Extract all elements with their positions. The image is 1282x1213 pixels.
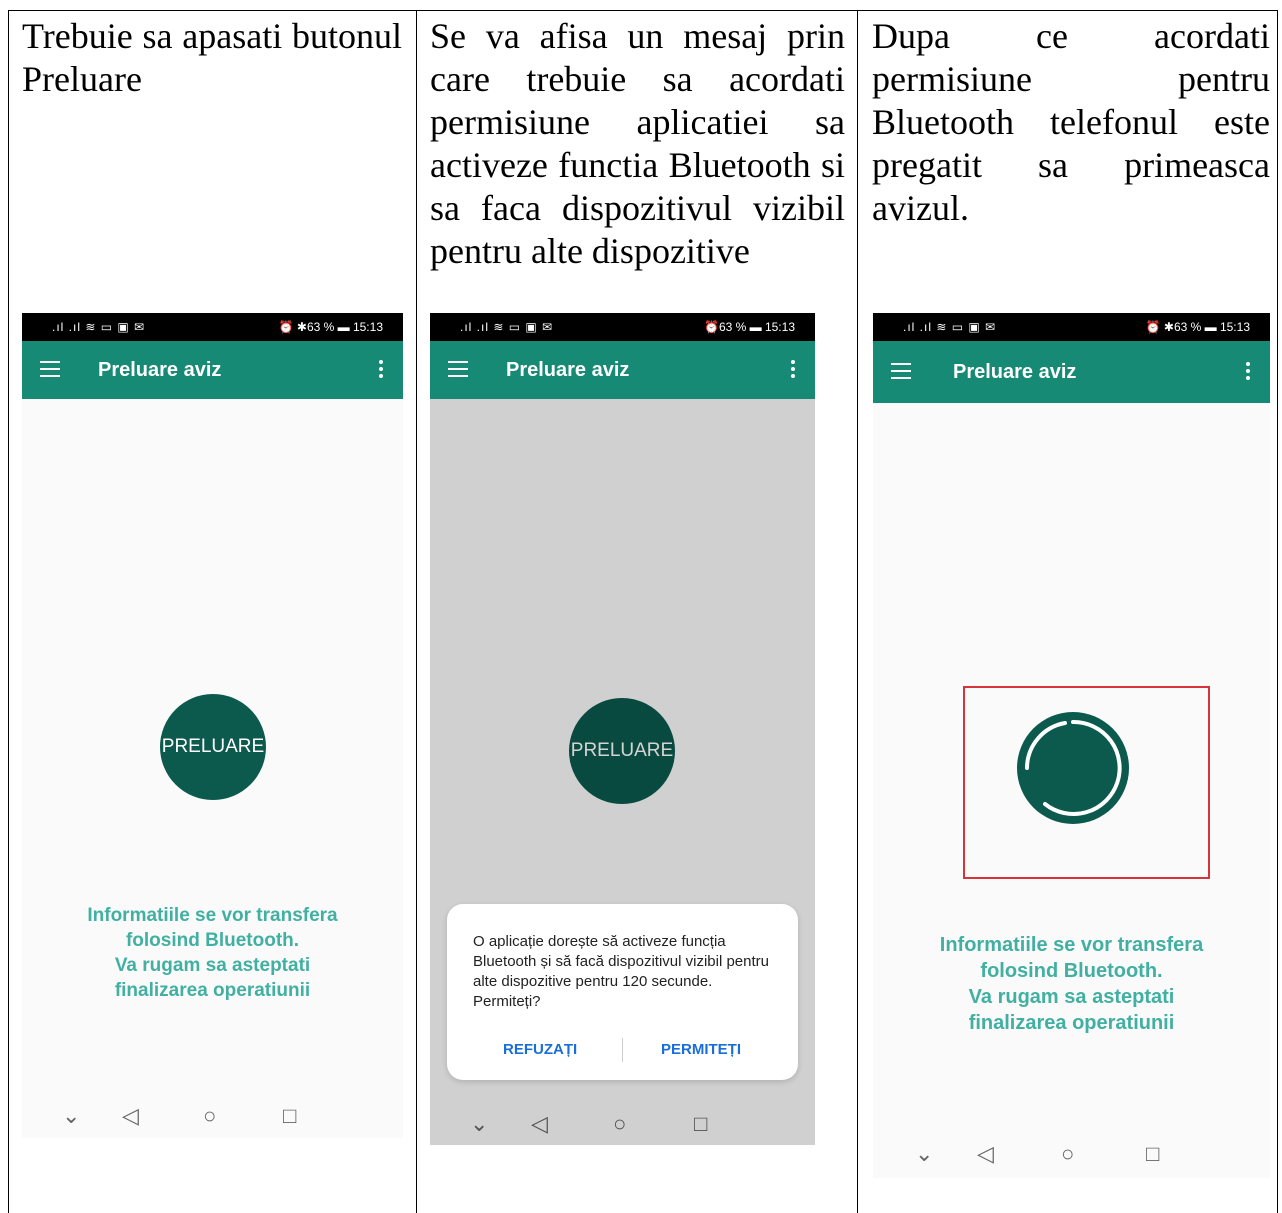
status-bar: .ıl .ıl ≋ ▭ ▣ ✉ ⏰ ✱63 % ▬ 15:13 (22, 313, 403, 341)
hamburger-menu-icon[interactable] (40, 361, 60, 377)
app-bar: Preluare aviz (873, 341, 1270, 403)
dialog-message: O aplicație dorește să activeze funcția … (473, 933, 769, 1010)
hamburger-menu-icon[interactable] (448, 361, 468, 377)
status-icons-left: .ıl .ıl ≋ ▭ ▣ ✉ (52, 320, 146, 334)
info-line: Va rugam sa asteptati (114, 955, 311, 976)
more-options-icon[interactable] (379, 360, 383, 378)
allow-button[interactable]: PERMITEȚI (661, 1041, 741, 1058)
app-bar-title: Preluare aviz (953, 361, 1077, 383)
app-bar-title: Preluare aviz (98, 359, 222, 381)
status-icons-right: ⏰ ✱63 % ▬ 15:13 (1145, 320, 1250, 334)
chevron-down-icon[interactable]: ⌄ (62, 1103, 80, 1129)
status-icons-left: .ıl .ıl ≋ ▭ ▣ ✉ (903, 320, 997, 334)
home-icon[interactable]: ○ (203, 1103, 216, 1129)
recents-icon[interactable]: □ (1146, 1141, 1159, 1167)
status-icons-left: .ıl .ıl ≋ ▭ ▣ ✉ (460, 320, 554, 334)
back-icon[interactable]: ◁ (977, 1141, 994, 1167)
instruction-text-col2: Se va afisa un mesaj prin care trebuie s… (430, 16, 845, 271)
dialog-button-divider (622, 1038, 623, 1062)
info-line: Informatiile se vor transfera (87, 905, 338, 926)
hamburger-menu-icon[interactable] (891, 363, 911, 379)
system-nav-bar: ⌄ ◁ ○ □ (873, 1133, 1270, 1177)
info-text: Informatiile se vor transfera folosind B… (873, 932, 1270, 1036)
instruction-text-col1: Trebuie sa apasati butonul Preluare (22, 16, 402, 99)
more-options-icon[interactable] (791, 360, 795, 378)
preluare-button[interactable]: PRELUARE (160, 694, 266, 800)
table-border-top (8, 10, 1278, 11)
status-bar: .ıl .ıl ≋ ▭ ▣ ✉ ⏰ ✱63 % ▬ 15:13 (873, 313, 1270, 341)
back-icon[interactable]: ◁ (122, 1103, 139, 1129)
status-icons-right: ⏰ ✱63 % ▬ 15:13 (278, 320, 383, 334)
info-line: Va rugam sa asteptati (968, 986, 1175, 1008)
info-line: folosind Bluetooth. (125, 930, 300, 951)
info-text: Informatiile se vor transfera folosind B… (22, 903, 403, 1003)
table-divider-2 (857, 10, 858, 1213)
app-bar: Preluare aviz (22, 341, 403, 399)
table-border-right (1277, 10, 1278, 1213)
bluetooth-permission-dialog: O aplicație dorește să activeze funcția … (447, 904, 798, 1080)
recents-icon[interactable]: □ (283, 1103, 296, 1129)
info-line: Informatiile se vor transfera (939, 934, 1204, 956)
app-bar-title: Preluare aviz (506, 359, 630, 381)
more-options-icon[interactable] (1246, 362, 1250, 380)
status-icons-right: ⏰63 % ▬ 15:13 (704, 320, 795, 334)
chevron-down-icon[interactable]: ⌄ (915, 1141, 933, 1167)
phone-screenshot-2: .ıl .ıl ≋ ▭ ▣ ✉ ⏰63 % ▬ 15:13 Preluare a… (430, 313, 815, 1145)
phone-screenshot-3: .ıl .ıl ≋ ▭ ▣ ✉ ⏰ ✱63 % ▬ 15:13 Preluare… (873, 313, 1270, 1178)
table-divider-1 (416, 10, 417, 1213)
instruction-text-col3: Dupa ce acordati permisiune pentru Bluet… (872, 16, 1270, 228)
status-bar: .ıl .ıl ≋ ▭ ▣ ✉ ⏰63 % ▬ 15:13 (430, 313, 815, 341)
system-nav-bar: ⌄ ◁ ○ □ (22, 1095, 403, 1138)
deny-button[interactable]: REFUZAȚI (503, 1041, 577, 1058)
home-icon[interactable]: ○ (1061, 1141, 1074, 1167)
info-line: finalizarea operatiunii (114, 980, 311, 1001)
phone-screenshot-1: .ıl .ıl ≋ ▭ ▣ ✉ ⏰ ✱63 % ▬ 15:13 Preluare… (22, 313, 403, 1138)
info-line: folosind Bluetooth. (980, 960, 1163, 982)
info-line: finalizarea operatiunii (968, 1012, 1175, 1034)
app-bar: Preluare aviz (430, 341, 815, 399)
table-border-left (8, 10, 9, 1213)
loading-spinner-icon (1017, 712, 1129, 824)
